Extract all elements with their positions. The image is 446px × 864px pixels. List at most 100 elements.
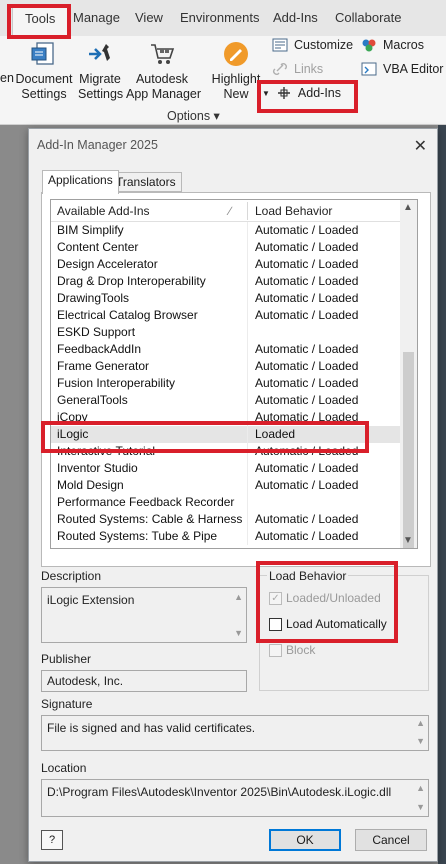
add-in-name: Inventor Studio: [57, 461, 138, 475]
add-in-load-behavior: Automatic / Loaded: [255, 376, 359, 390]
tab-manage[interactable]: Manage: [73, 10, 120, 25]
checkbox-unchecked-icon: [269, 617, 282, 631]
list-row[interactable]: iCopy Automatic / Loaded: [51, 409, 401, 426]
add-in-name: iLogic: [57, 427, 89, 441]
add-ins-list[interactable]: Available Add-Ins ∕ Load Behavior BIM Si…: [50, 199, 418, 549]
list-row[interactable]: DrawingTools Automatic / Loaded: [51, 290, 401, 307]
signature-value: File is signed and has valid certificate…: [47, 721, 256, 735]
load-automatically-label: Load Automatically: [286, 617, 387, 631]
add-in-load-behavior: Loaded: [255, 427, 296, 441]
list-row[interactable]: BIM Simplify Automatic / Loaded: [51, 222, 401, 239]
list-row[interactable]: Inventor Studio Automatic / Loaded: [51, 460, 401, 477]
highlight-new-label-2: New: [223, 87, 249, 101]
loaded-unloaded-label: Loaded/Unloaded: [286, 591, 381, 605]
tab-add-ins[interactable]: Add-Ins: [273, 10, 318, 25]
column-header-available-add-ins[interactable]: Available Add-Ins: [57, 204, 150, 218]
ok-button[interactable]: OK: [269, 829, 341, 851]
list-row[interactable]: Performance Feedback Recorder: [51, 494, 401, 511]
list-header: Available Add-Ins ∕ Load Behavior: [51, 200, 401, 222]
add-in-name: Electrical Catalog Browser: [57, 308, 198, 322]
add-in-name: Performance Feedback Recorder: [57, 495, 235, 509]
scroll-down-icon[interactable]: ▼: [403, 535, 413, 546]
add-in-load-behavior: Automatic / Loaded: [255, 223, 359, 237]
list-row[interactable]: Drag & Drop Interoperability Automatic / …: [51, 273, 401, 290]
migrate-settings-label-1: Migrate: [79, 72, 121, 86]
publisher-label: Publisher: [41, 652, 92, 666]
list-row[interactable]: GeneralTools Automatic / Loaded: [51, 392, 401, 409]
sort-divider-icon: ∕: [229, 204, 232, 218]
list-scrollbar-thumb[interactable]: [403, 352, 414, 548]
column-divider: [247, 426, 248, 443]
help-button[interactable]: ?: [41, 830, 63, 850]
loaded-unloaded-checkbox[interactable]: ✓ Loaded/Unloaded: [269, 591, 381, 605]
column-divider: [247, 239, 248, 256]
add-in-load-behavior: Automatic / Loaded: [255, 512, 359, 526]
macros-label: Macros: [383, 38, 424, 52]
list-row[interactable]: iLogic Loaded: [51, 426, 401, 443]
add-in-name: FeedbackAddIn: [57, 342, 142, 356]
scroll-down-icon: ▼: [416, 802, 425, 812]
column-header-load-behavior[interactable]: Load Behavior: [255, 204, 332, 218]
column-divider: [247, 307, 248, 324]
tab-translators[interactable]: Translators: [110, 172, 182, 192]
tab-tools[interactable]: Tools: [12, 6, 69, 36]
cancel-button[interactable]: Cancel: [355, 829, 427, 851]
tab-view[interactable]: View: [135, 10, 163, 25]
publisher-value: Autodesk, Inc.: [47, 674, 124, 688]
add-in-load-behavior: Automatic / Loaded: [255, 257, 359, 271]
customize-button[interactable]: Customize: [272, 37, 353, 53]
links-label: Links: [294, 62, 324, 76]
autodesk-app-manager-button[interactable]: Autodesk App Manager: [126, 40, 202, 102]
vba-editor-button[interactable]: VBA Editor: [361, 61, 443, 77]
column-divider: [247, 477, 248, 494]
document-settings-button[interactable]: Document Settings: [15, 40, 73, 102]
app-manager-label-2: App Manager: [126, 87, 202, 101]
highlight-new-button[interactable]: Highlight New: [208, 40, 264, 102]
add-in-load-behavior: Automatic / Loaded: [255, 393, 359, 407]
ribbon-tab-bar: Tools Manage View Environments Add-Ins C…: [0, 0, 446, 36]
list-row[interactable]: Fusion Interoperability Automatic / Loade…: [51, 375, 401, 392]
add-in-load-behavior: Automatic / Loaded: [255, 461, 359, 475]
list-row[interactable]: Frame Generator Automatic / Loaded: [51, 358, 401, 375]
tab-applications[interactable]: Applications: [42, 170, 119, 194]
add-ins-dropdown-button[interactable]: ▼ Add-Ins: [262, 85, 341, 101]
column-divider: [247, 392, 248, 409]
list-row[interactable]: Routed Systems: Tube & Pipe Automatic / L…: [51, 528, 401, 545]
migrate-settings-button[interactable]: Migrate Settings: [78, 40, 124, 102]
customize-icon: [272, 38, 288, 52]
app-manager-icon: [151, 44, 175, 64]
macros-button[interactable]: Macros: [361, 37, 424, 53]
column-divider: [247, 290, 248, 307]
load-automatically-checkbox[interactable]: Load Automatically: [269, 617, 387, 631]
block-label: Block: [286, 643, 316, 657]
scroll-up-icon: ▲: [416, 718, 425, 728]
app-manager-label-1: Autodesk: [135, 72, 189, 86]
column-divider: [247, 511, 248, 528]
column-divider: [247, 222, 248, 239]
column-divider: [247, 460, 248, 477]
list-row[interactable]: Design Accelerator Automatic / Loaded: [51, 256, 401, 273]
column-divider: [247, 375, 248, 392]
migrate-settings-label-2: Settings: [78, 87, 124, 101]
column-divider: [247, 358, 248, 375]
add-in-name: ESKD Support: [57, 325, 136, 339]
list-row[interactable]: ESKD Support: [51, 324, 401, 341]
options-panel-label[interactable]: Options ▾: [167, 108, 220, 123]
block-checkbox[interactable]: Block: [269, 643, 315, 657]
add-in-load-behavior: Automatic / Loaded: [255, 308, 359, 322]
list-row[interactable]: FeedbackAddIn Automatic / Loaded: [51, 341, 401, 358]
links-button[interactable]: Links: [272, 61, 323, 77]
list-row[interactable]: Routed Systems: Cable & Harness Automatic…: [51, 511, 401, 528]
vba-editor-icon: [361, 62, 377, 76]
open-button[interactable]: en: [0, 71, 14, 86]
highlight-new-label-1: Highlight: [211, 72, 261, 86]
scroll-up-icon[interactable]: ▲: [403, 202, 413, 213]
tab-collaborate[interactable]: Collaborate: [335, 10, 402, 25]
right-panel-edge: [438, 125, 446, 864]
list-row[interactable]: Interactive Tutorial Automatic / Loaded: [51, 443, 401, 460]
tab-environments[interactable]: Environments: [180, 10, 259, 25]
list-row[interactable]: Electrical Catalog Browser Automatic / Lo…: [51, 307, 401, 324]
close-icon[interactable]: ✕: [414, 136, 427, 156]
list-row[interactable]: Content Center Automatic / Loaded: [51, 239, 401, 256]
list-row[interactable]: Mold Design Automatic / Loaded: [51, 477, 401, 494]
